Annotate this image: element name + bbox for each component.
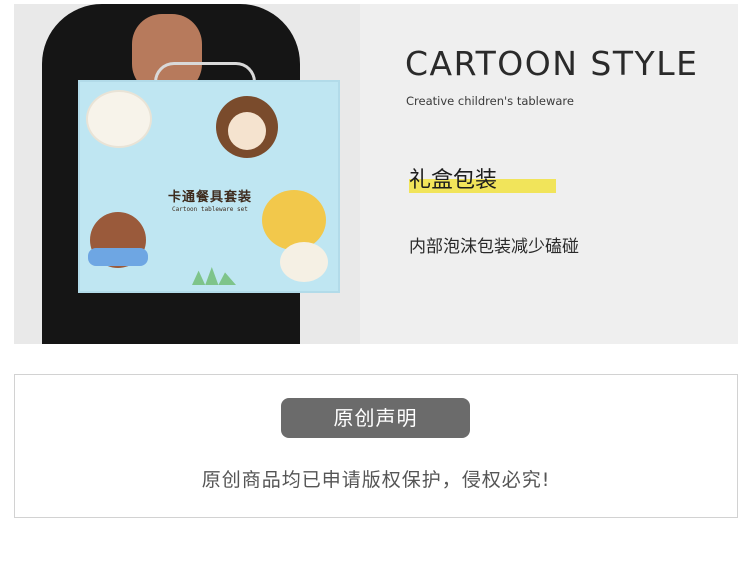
feature-heading: 礼盒包装 bbox=[409, 168, 498, 193]
feature-description: 内部泡沫包装减少磕碰 bbox=[409, 237, 579, 257]
copyright-badge: 原创声明 bbox=[281, 398, 470, 438]
product-hero: 卡通餐具套装 Cartoon tableware set CARTOON STY… bbox=[14, 4, 738, 344]
brand-title: CARTOON STYLE bbox=[405, 44, 699, 83]
grass-illustration bbox=[192, 267, 236, 285]
sheep-illustration bbox=[86, 90, 152, 148]
product-photo: 卡通餐具套装 Cartoon tableware set bbox=[14, 4, 360, 344]
bear-scarf-illustration bbox=[88, 248, 148, 266]
copyright-notice: 原创声明 原创商品均已申请版权保护，侵权必究! bbox=[14, 374, 738, 518]
box-title: 卡通餐具套装 bbox=[168, 190, 253, 205]
copyright-text: 原创商品均已申请版权保护，侵权必究! bbox=[201, 469, 551, 491]
cow-body-illustration bbox=[280, 242, 328, 282]
tagline: Creative children's tableware bbox=[406, 94, 574, 108]
gift-box: 卡通餐具套装 Cartoon tableware set bbox=[78, 80, 340, 293]
cow-illustration bbox=[262, 190, 326, 250]
box-subtitle: Cartoon tableware set bbox=[172, 206, 248, 213]
monkey-face-illustration bbox=[228, 112, 266, 150]
